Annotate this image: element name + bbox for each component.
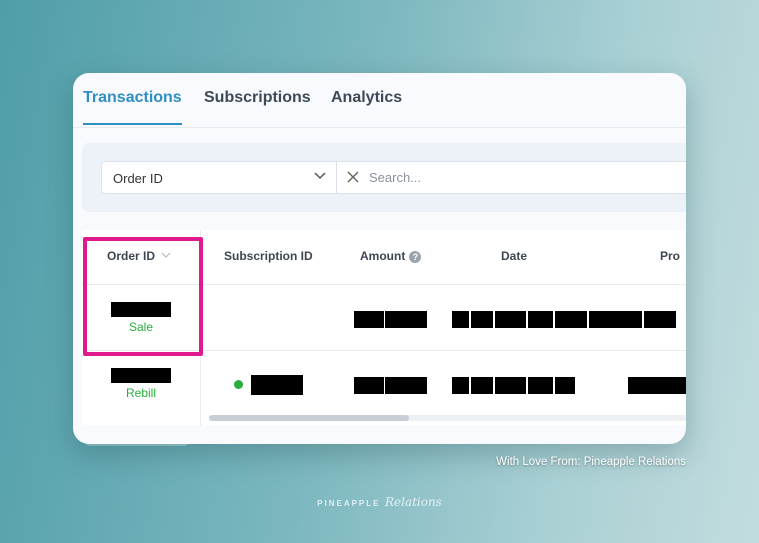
row-divider xyxy=(82,350,686,351)
redacted-order-id xyxy=(111,368,171,383)
tab-subscriptions[interactable]: Subscriptions xyxy=(204,89,311,125)
redacted-date xyxy=(555,311,587,328)
card-shadow-tab xyxy=(84,440,190,446)
column-header-product[interactable]: Pro xyxy=(660,249,680,263)
redacted-order-id xyxy=(111,302,171,317)
redacted-date xyxy=(452,311,469,328)
filter-field-select[interactable]: Order ID xyxy=(101,161,337,194)
tab-analytics[interactable]: Analytics xyxy=(331,89,402,125)
logo-wordmark: PINEAPPLE xyxy=(317,499,381,508)
header-divider xyxy=(82,284,686,285)
transactions-table: Order ID Subscription ID Amount? Date Pr… xyxy=(82,230,686,425)
redacted-date xyxy=(589,311,642,328)
redacted-amount xyxy=(354,311,384,328)
filter-field-value: Order ID xyxy=(113,171,163,186)
column-header-subscription-id[interactable]: Subscription ID xyxy=(224,249,313,263)
pineapple-relations-logo: PINEAPPLE Relations xyxy=(0,493,759,511)
search-box xyxy=(336,161,686,194)
column-header-date[interactable]: Date xyxy=(501,249,527,263)
redacted-date xyxy=(471,377,493,394)
redacted-amount xyxy=(354,377,384,394)
order-type-label: Rebill xyxy=(125,386,156,400)
redacted-date xyxy=(644,311,676,328)
tab-transactions[interactable]: Transactions xyxy=(83,89,182,125)
logo-script: Relations xyxy=(384,495,442,509)
order-type-label: Sale xyxy=(128,320,154,334)
redacted-amount xyxy=(385,311,427,328)
filter-panel: Order ID xyxy=(82,143,686,212)
chevron-down-icon xyxy=(314,172,326,180)
tab-divider xyxy=(73,127,686,128)
redacted-date xyxy=(471,311,493,328)
sort-down-icon[interactable] xyxy=(161,252,171,258)
redacted-amount xyxy=(385,377,427,394)
redacted-subscription-id xyxy=(251,375,303,395)
redacted-date xyxy=(528,311,553,328)
close-icon[interactable] xyxy=(347,171,359,183)
redacted-date xyxy=(495,377,526,394)
column-header-order-id[interactable]: Order ID xyxy=(107,249,171,263)
credit-text: With Love From: Pineapple Relations xyxy=(496,456,686,468)
redacted-date xyxy=(555,377,575,394)
redacted-product xyxy=(628,377,686,394)
search-input[interactable] xyxy=(369,162,669,193)
transactions-card: Transactions Subscriptions Analytics Ord… xyxy=(73,73,686,444)
column-header-amount[interactable]: Amount? xyxy=(360,249,422,263)
status-dot xyxy=(234,380,243,389)
redacted-date xyxy=(495,311,526,328)
redacted-date xyxy=(528,377,553,394)
horizontal-scrollbar-thumb[interactable] xyxy=(209,415,409,421)
pinned-column-edge xyxy=(200,230,201,425)
redacted-date xyxy=(452,377,469,394)
info-icon[interactable]: ? xyxy=(409,251,422,263)
